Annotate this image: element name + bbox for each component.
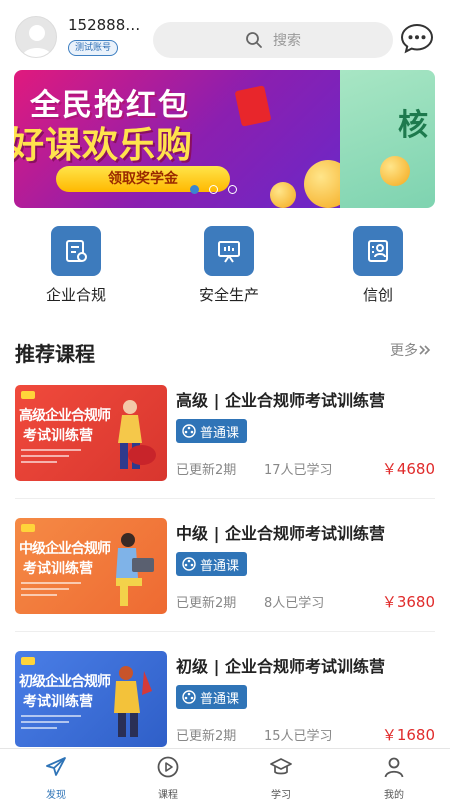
search-icon [246,32,262,48]
thumb-line2: 考试训练营 [23,428,93,444]
bottom-tab-bar: 发现 课程 学习 我的 [0,748,450,800]
message-icon[interactable] [400,22,434,54]
thumb-decoration [21,449,81,467]
thumb-line1: 初级企业合规师 [19,674,111,690]
course-thumbnail[interactable]: 高级企业合规师 考试训练营 [15,385,167,481]
category-label: 安全生产 [198,286,259,304]
avatar-person-icon [22,25,52,57]
account-badge: 测试账号 [68,40,119,56]
film-reel-icon [182,424,196,438]
pagination-dot-active[interactable] [190,185,199,194]
category-label: 信创 [362,286,393,304]
thumb-line2: 考试训练营 [23,561,93,577]
tab-discover[interactable]: 发现 [16,755,96,800]
tab-label: 发现 [46,790,66,800]
course-learners: 15人已学习 [264,729,333,744]
course-type-label: 普通课 [200,691,240,707]
pagination-dot[interactable] [228,185,237,194]
course-type-tag: 普通课 [176,685,248,709]
category-xinchuang[interactable]: 信创 [328,226,428,305]
course-type-label: 普通课 [200,558,240,574]
course-title[interactable]: 高级 | 企业合规师考试训练营 [176,387,385,411]
more-label: 更多 [390,343,418,359]
thumb-line1: 中级企业合规师 [19,541,111,557]
thumb-decoration [21,715,81,733]
course-card[interactable]: 中级企业合规师 考试训练营 中级 | 企业合规师考试训练营 普通课 已更新2期 … [15,518,435,618]
next-slide-text: 核 [398,108,428,143]
thumb-tag [21,657,35,665]
user-name: 15288888888 [68,16,144,34]
film-reel-icon [182,690,196,704]
search-placeholder: 搜索 [273,33,301,49]
course-learners: 17人已学习 [264,463,333,478]
illustration-person-icon [114,666,152,737]
thumb-tag [21,524,35,532]
search-bar[interactable]: 搜索 [153,22,393,58]
presentation-board-icon [204,226,254,276]
category-compliance[interactable]: 企业合规 [26,226,126,305]
thumb-line2: 考试训练营 [23,694,93,710]
illustration-person-icon [118,400,156,469]
tab-profile[interactable]: 我的 [354,755,434,800]
illustration-person-icon [116,533,154,606]
play-circle-icon [157,756,179,778]
tab-label: 课程 [158,790,178,800]
document-check-icon [51,226,101,276]
course-title[interactable]: 中级 | 企业合规师考试训练营 [176,520,385,544]
top-header: 15288888888 测试账号 搜索 [0,0,450,70]
graduation-cap-icon [270,758,292,775]
divider [15,631,435,632]
course-thumbnail[interactable]: 初级企业合规师 考试训练营 [15,651,167,747]
course-updates: 已更新2期 [176,463,237,478]
course-price: ￥1680 [381,726,435,744]
course-type-tag: 普通课 [176,552,248,576]
section-title: 推荐课程 [15,342,95,366]
thumb-decoration [21,582,81,600]
film-reel-icon [182,557,196,571]
tab-label: 我的 [384,790,404,800]
banner-pagination [190,185,237,194]
course-title[interactable]: 初级 | 企业合规师考试训练营 [176,653,385,677]
course-updates: 已更新2期 [176,729,237,744]
divider [15,498,435,499]
course-type-label: 普通课 [200,425,240,441]
course-price: ￥4680 [381,460,435,478]
double-chevron-right-icon [419,345,431,355]
banner-subheadline: 好课欢乐购 [14,125,194,166]
category-safety[interactable]: 安全生产 [179,226,279,305]
id-card-icon [353,226,403,276]
category-label: 企业合规 [45,286,106,304]
tab-label: 学习 [271,790,291,800]
tab-study[interactable]: 学习 [241,755,321,800]
pagination-dot[interactable] [209,185,218,194]
person-icon [384,757,404,778]
paper-plane-icon [46,757,66,776]
course-type-tag: 普通课 [176,419,248,443]
avatar[interactable] [15,16,57,58]
course-price: ￥3680 [381,593,435,611]
coin-icon [270,182,296,208]
course-card[interactable]: 初级企业合规师 考试训练营 初级 | 企业合规师考试训练营 普通课 已更新2期 … [15,651,435,751]
banner-slide[interactable]: 全民抢红包 好课欢乐购 领取奖学金 [14,70,352,208]
coin-icon [380,156,410,186]
course-learners: 8人已学习 [264,596,325,611]
thumb-tag [21,391,35,399]
course-thumbnail[interactable]: 中级企业合规师 考试训练营 [15,518,167,614]
tab-courses[interactable]: 课程 [128,755,208,800]
red-envelope-icon [234,85,272,127]
banner-next-slide[interactable]: 核 [340,70,435,208]
more-link[interactable]: 更多 [390,340,432,360]
thumb-line1: 高级企业合规师 [19,408,111,424]
course-card[interactable]: 高级企业合规师 考试训练营 高级 | 企业合规师考试训练营 普通课 已更新2期 … [15,385,435,485]
course-updates: 已更新2期 [176,596,237,611]
